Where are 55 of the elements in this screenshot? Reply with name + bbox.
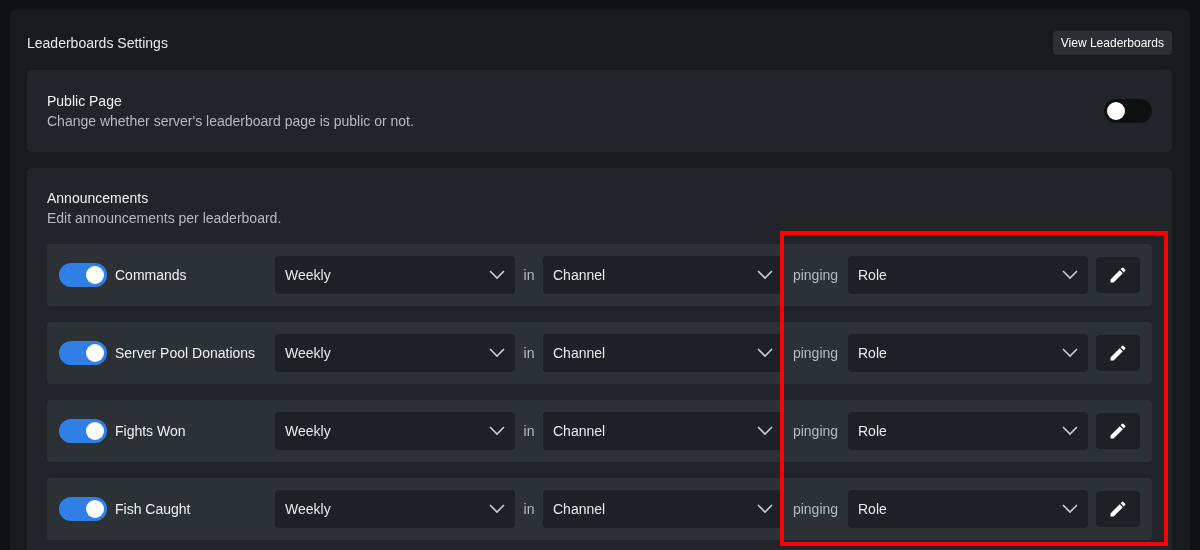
connector-text: in	[522, 267, 536, 283]
pencil-icon	[1108, 421, 1128, 441]
chevron-down-icon	[1062, 504, 1078, 514]
toggle-switch[interactable]	[1104, 99, 1152, 123]
pencil-icon	[1108, 499, 1128, 519]
frequency-dropdown[interactable]: Weekly	[275, 412, 515, 450]
pinging-text: pinging	[791, 345, 840, 361]
view-leaderboards-button[interactable]: View Leaderboards	[1052, 31, 1172, 55]
role-dropdown[interactable]: Role	[848, 334, 1088, 372]
channel-dropdown[interactable]: Channel	[543, 490, 783, 528]
channel-dropdown[interactable]: Channel	[543, 334, 783, 372]
pencil-icon	[1108, 265, 1128, 285]
pencil-icon	[1108, 343, 1128, 363]
chevron-down-icon	[757, 270, 773, 280]
connector-text: in	[522, 423, 536, 439]
toggle-switch[interactable]	[59, 497, 107, 521]
chevron-down-icon	[489, 270, 505, 280]
chevron-down-icon	[1062, 270, 1078, 280]
connector-text: in	[522, 501, 536, 517]
leaderboard-name: Fish Caught	[115, 501, 192, 517]
channel-dropdown[interactable]: Channel	[543, 256, 783, 294]
pinging-text: pinging	[791, 267, 840, 283]
toggle-switch[interactable]	[59, 263, 107, 287]
toggle-switch[interactable]	[59, 341, 107, 365]
chevron-down-icon	[489, 504, 505, 514]
leaderboard-name: Fights Won	[115, 423, 187, 439]
role-dropdown[interactable]: Role	[848, 256, 1088, 294]
card-description: Edit announcements per leaderboard.	[47, 210, 283, 226]
pinging-text: pinging	[791, 501, 840, 517]
settings-title: Leaderboards Settings	[27, 35, 168, 51]
channel-dropdown[interactable]: Channel	[543, 412, 783, 450]
chevron-down-icon	[757, 348, 773, 358]
card-title: Announcements	[47, 190, 150, 206]
leaderboard-name: Commands	[115, 267, 188, 283]
chevron-down-icon	[489, 426, 505, 436]
frequency-dropdown[interactable]: Weekly	[275, 256, 515, 294]
frequency-dropdown[interactable]: Weekly	[275, 490, 515, 528]
chevron-down-icon	[757, 426, 773, 436]
card-description: Change whether server's leaderboard page is public or not.	[47, 113, 414, 129]
edit-button[interactable]	[1096, 335, 1140, 371]
connector-text: in	[522, 345, 536, 361]
role-dropdown[interactable]: Role	[848, 490, 1088, 528]
role-dropdown[interactable]: Role	[848, 412, 1088, 450]
edit-button[interactable]	[1096, 257, 1140, 293]
card-title: Public Page	[47, 93, 123, 109]
pinging-text: pinging	[791, 423, 840, 439]
chevron-down-icon	[489, 348, 505, 358]
leaderboard-name: Server Pool Donations	[115, 345, 257, 361]
edit-button[interactable]	[1096, 413, 1140, 449]
chevron-down-icon	[757, 504, 773, 514]
chevron-down-icon	[1062, 348, 1078, 358]
toggle-switch[interactable]	[59, 419, 107, 443]
edit-button[interactable]	[1096, 491, 1140, 527]
frequency-dropdown[interactable]: Weekly	[275, 334, 515, 372]
chevron-down-icon	[1062, 426, 1078, 436]
